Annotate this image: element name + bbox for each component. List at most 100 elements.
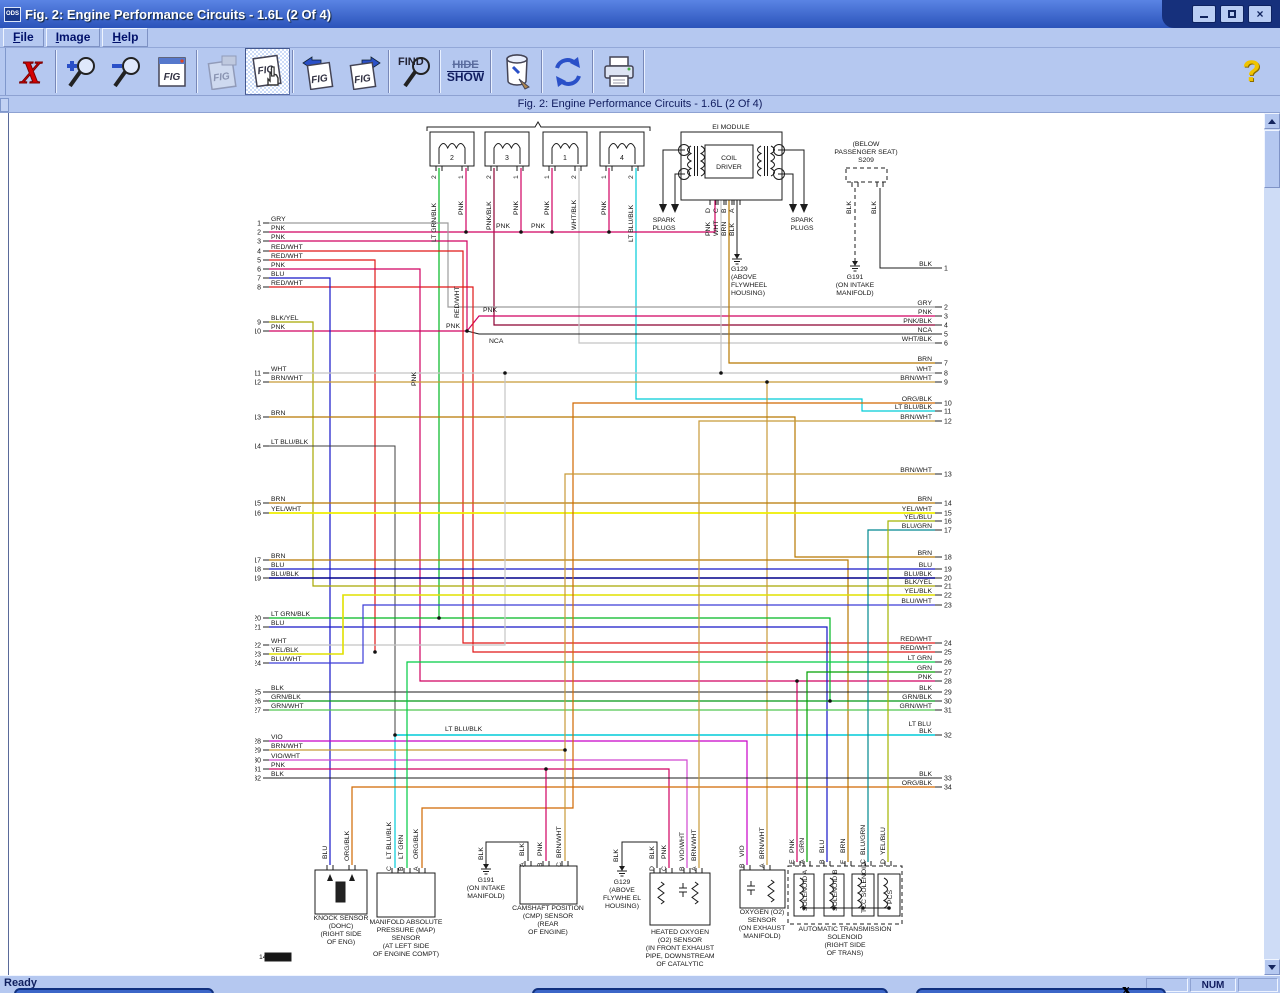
svg-text:(REAR: (REAR: [537, 921, 558, 928]
restore-button[interactable]: [1220, 5, 1244, 23]
svg-text:10: 10: [944, 401, 952, 408]
svg-text:BLK: BLK: [271, 685, 284, 692]
svg-text:A: A: [759, 863, 766, 868]
svg-text:C: C: [713, 208, 720, 213]
svg-text:B: B: [721, 208, 728, 213]
print-button[interactable]: [596, 48, 641, 95]
svg-text:ORG/BLK: ORG/BLK: [413, 828, 420, 859]
svg-text:HOUSING): HOUSING): [605, 903, 639, 910]
find-button[interactable]: FIND: [392, 48, 437, 95]
svg-text:VIO: VIO: [739, 845, 746, 857]
svg-text:PLUGS: PLUGS: [790, 225, 814, 232]
wiring-diagram: 23141GRY2PNK3PNK4RED/WHT5RED/WHT6PNK7BLU…: [255, 118, 960, 968]
figure-select-button[interactable]: FIG: [245, 48, 290, 95]
svg-text:4: 4: [257, 249, 261, 256]
svg-text:18: 18: [255, 567, 261, 574]
help-button[interactable]: ?: [1229, 48, 1274, 95]
svg-text:YEL/WHT: YEL/WHT: [902, 506, 932, 513]
svg-text:4: 4: [944, 323, 948, 330]
svg-text:HEATED OXYGEN: HEATED OXYGEN: [651, 929, 709, 936]
svg-text:4: 4: [620, 155, 624, 162]
minimize-button[interactable]: [1192, 5, 1216, 23]
find-icon: FIND: [396, 53, 434, 91]
svg-text:14: 14: [255, 444, 261, 451]
zoom-out-button[interactable]: [104, 48, 149, 95]
svg-text:8: 8: [944, 371, 948, 378]
hide-show-button[interactable]: HIDE SHOW: [443, 48, 488, 95]
menu-help[interactable]: Help: [102, 28, 148, 47]
svg-text:BLK/YEL: BLK/YEL: [271, 315, 299, 322]
svg-text:1: 1: [513, 175, 520, 179]
app-icon: ODS: [4, 7, 21, 22]
taskbar-button[interactable]: [14, 988, 214, 993]
svg-text:LT GRN/BLK: LT GRN/BLK: [431, 203, 438, 242]
svg-text:FLYWHEEL: FLYWHEEL: [731, 282, 767, 289]
svg-text:BLK: BLK: [271, 771, 284, 778]
svg-text:7: 7: [257, 276, 261, 283]
next-figure-button[interactable]: FIG: [341, 48, 386, 95]
svg-text:BLU/GRN: BLU/GRN: [860, 825, 867, 855]
scrollbar-thumb[interactable]: [1264, 130, 1280, 188]
svg-text:2: 2: [571, 175, 578, 179]
svg-text:1: 1: [257, 221, 261, 228]
taskbar-button[interactable]: [532, 988, 888, 993]
svg-text:BRN/WHT: BRN/WHT: [759, 827, 766, 859]
svg-text:D: D: [705, 208, 712, 213]
vertical-scrollbar[interactable]: [1264, 113, 1280, 975]
svg-text:LT BLU/BLK: LT BLU/BLK: [895, 404, 933, 411]
svg-text:A: A: [519, 862, 526, 867]
zoom-in-button[interactable]: [59, 48, 104, 95]
close-figure-button[interactable]: X: [8, 48, 53, 95]
scroll-up-button[interactable]: [1264, 113, 1280, 129]
svg-text:BLU: BLU: [271, 620, 284, 627]
svg-text:BRN/WHT: BRN/WHT: [900, 414, 932, 421]
scroll-down-button[interactable]: [1264, 959, 1280, 975]
svg-text:20: 20: [944, 576, 952, 583]
svg-text:22: 22: [255, 643, 261, 650]
refresh-button[interactable]: [545, 48, 590, 95]
svg-text:GRN: GRN: [799, 838, 806, 853]
svg-text:BLK: BLK: [919, 261, 932, 268]
svg-text:14: 14: [259, 954, 267, 961]
svg-text:3: 3: [505, 155, 509, 162]
svg-text:PNK: PNK: [446, 323, 460, 330]
figure-prev-icon: FIG: [301, 54, 337, 90]
svg-text:15: 15: [255, 501, 261, 508]
close-window-button[interactable]: ×: [1248, 5, 1272, 23]
svg-text:BLK: BLK: [871, 201, 878, 214]
svg-text:1: 1: [458, 175, 465, 179]
svg-text:31: 31: [255, 767, 261, 774]
svg-text:G129: G129: [614, 879, 631, 886]
figure-disabled-button[interactable]: FIG: [200, 48, 245, 95]
svg-text:BRN: BRN: [271, 410, 285, 417]
svg-text:BRN/WHT: BRN/WHT: [271, 375, 303, 382]
svg-text:BRN/WHT: BRN/WHT: [900, 467, 932, 474]
svg-text:16: 16: [255, 511, 261, 518]
svg-text:COIL: COIL: [721, 155, 737, 162]
highlight-button[interactable]: [494, 48, 539, 95]
figure-window-button[interactable]: FIG: [149, 48, 194, 95]
svg-text:DRIVER: DRIVER: [716, 164, 742, 171]
svg-text:MANIFOLD): MANIFOLD): [836, 290, 873, 297]
svg-text:7: 7: [944, 361, 948, 368]
svg-text:29: 29: [255, 748, 261, 755]
svg-text:S209: S209: [858, 157, 874, 164]
previous-figure-button[interactable]: FIG: [296, 48, 341, 95]
svg-text:FIG: FIG: [310, 72, 328, 85]
svg-text:12: 12: [944, 419, 952, 426]
svg-text:SENSOR: SENSOR: [748, 917, 777, 924]
scroll-up-icon: [1268, 119, 1276, 124]
svg-text:PNK: PNK: [544, 201, 551, 215]
diagram-canvas[interactable]: 23141GRY2PNK3PNK4RED/WHT5RED/WHT6PNK7BLU…: [0, 113, 1280, 975]
svg-text:29: 29: [944, 690, 952, 697]
svg-text:FIG: FIG: [212, 70, 230, 83]
menu-file[interactable]: File: [3, 28, 44, 47]
svg-text:BRN/WHT: BRN/WHT: [556, 826, 563, 858]
svg-text:30: 30: [255, 758, 261, 765]
svg-text:LT BLU/BLK: LT BLU/BLK: [386, 821, 393, 859]
svg-text:PRESSURE (MAP): PRESSURE (MAP): [377, 927, 436, 934]
taskbar-strip: X: [0, 987, 1280, 993]
svg-text:BLU/WHT: BLU/WHT: [901, 598, 932, 605]
menu-image[interactable]: Image: [46, 28, 101, 47]
svg-text:F: F: [840, 860, 847, 864]
